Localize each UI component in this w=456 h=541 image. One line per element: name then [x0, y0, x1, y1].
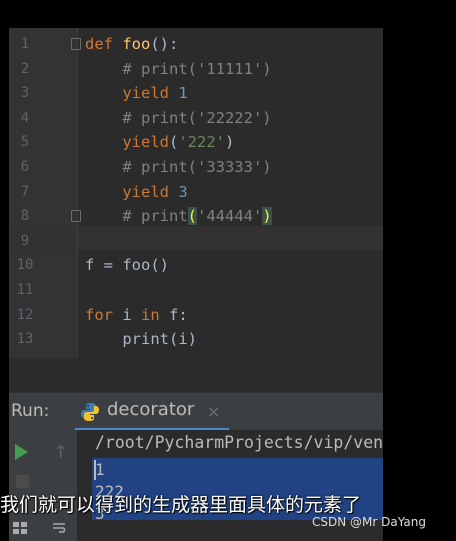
video-subtitle: 我们就可以得到的生成器里面具体的元素了: [0, 494, 362, 516]
code-line: 13 print(i): [9, 327, 383, 352]
code-token: (: [187, 207, 197, 226]
python-icon: [81, 403, 99, 421]
code-line: 1 def foo():: [9, 32, 383, 57]
code-line: 6 # print('33333'): [9, 155, 383, 180]
code-text: f = foo(): [85, 253, 169, 278]
code-token: for: [85, 305, 123, 324]
code-token: # print('22222'): [85, 108, 272, 127]
code-line: 11: [9, 278, 383, 303]
code-editor[interactable]: 1 def foo(): 2 # print('11111') 3 yield 14 …: [9, 28, 383, 358]
pycharm-window: 1 def foo(): 2 # print('11111') 3 yield 14 …: [9, 28, 383, 541]
code-line: 9: [9, 229, 383, 254]
code-text: yield 1: [85, 81, 188, 106]
code-line: 2 # print('11111'): [9, 57, 383, 82]
code-token: yield: [85, 133, 169, 152]
soft-wrap-icon[interactable]: [53, 522, 67, 534]
code-token: # print: [85, 207, 188, 226]
line-number: 4: [20, 109, 30, 126]
code-line: 8 # print('44444'): [9, 204, 383, 229]
code-text: # print('11111'): [85, 57, 272, 82]
run-tool-column: ↑: [9, 430, 77, 541]
code-token: in: [141, 305, 169, 324]
code-token: 3: [178, 182, 188, 201]
editor-bottom-area: [9, 358, 383, 392]
output-line: 1: [95, 460, 105, 479]
line-number: 5: [20, 134, 30, 151]
line-number: 2: [20, 60, 30, 77]
code-line: 7 yield 3: [9, 180, 383, 205]
code-text: print(i): [85, 327, 197, 352]
line-number: 6: [20, 159, 30, 175]
line-number: 11: [16, 282, 34, 298]
run-label: Run:: [11, 401, 50, 421]
code-line: 5 yield('222'): [9, 130, 383, 155]
code-token: yield: [85, 182, 179, 201]
arrow-up-icon[interactable]: ↑: [53, 442, 68, 463]
line-number: 3: [20, 85, 30, 102]
code-token: ): [262, 207, 272, 226]
code-token: yield: [85, 84, 179, 103]
tab-label: decorator: [107, 399, 195, 420]
line-number: 8: [20, 208, 30, 225]
run-toolbar: Run: decorator ×: [9, 392, 383, 431]
code-token: '222': [178, 133, 226, 152]
code-token: print(i): [85, 330, 197, 349]
line-number: 13: [16, 331, 34, 348]
tab-decorator[interactable]: decorator ×: [75, 393, 229, 431]
code-text: # print('22222'): [85, 106, 272, 131]
code-token: foo: [122, 35, 151, 53]
code-token: # print('33333'): [85, 158, 272, 176]
code-line: 12 for i in f:: [9, 303, 383, 328]
code-token: def: [85, 35, 123, 53]
line-number: 1: [20, 36, 30, 52]
rerun-icon[interactable]: [15, 444, 28, 460]
close-icon[interactable]: ×: [207, 402, 220, 421]
code-line: 4 # print('22222'): [9, 106, 383, 131]
code-text: yield('222'): [85, 130, 234, 155]
code-token: '44444': [197, 207, 263, 226]
code-line: 10 f = foo(): [9, 253, 383, 278]
stop-icon[interactable]: [16, 475, 29, 488]
code-text: yield 3: [85, 180, 188, 205]
code-line: 3 yield 1: [9, 81, 383, 106]
code-token: i: [122, 305, 141, 324]
code-token: ():: [150, 35, 179, 53]
command-path: /root/PycharmProjects/vip/venv: [95, 433, 383, 452]
layout-icon[interactable]: [13, 522, 27, 534]
code-token: # print('11111'): [85, 59, 272, 78]
code-token: ): [225, 133, 235, 152]
code-text: # print('33333'): [85, 155, 272, 180]
code-token: (: [169, 133, 179, 152]
watermark: CSDN @Mr DaYang: [312, 515, 426, 529]
code-text: for i in f:: [85, 303, 188, 328]
code-token: 1: [178, 84, 188, 103]
line-number: 12: [16, 306, 34, 323]
line-number: 9: [20, 232, 30, 249]
line-number: 10: [16, 257, 34, 274]
code-text: def foo():: [85, 32, 178, 57]
line-number: 7: [20, 183, 30, 200]
code-token: f = foo(): [85, 256, 169, 275]
code-token: f:: [169, 305, 188, 324]
code-text: # print('44444'): [85, 204, 272, 229]
